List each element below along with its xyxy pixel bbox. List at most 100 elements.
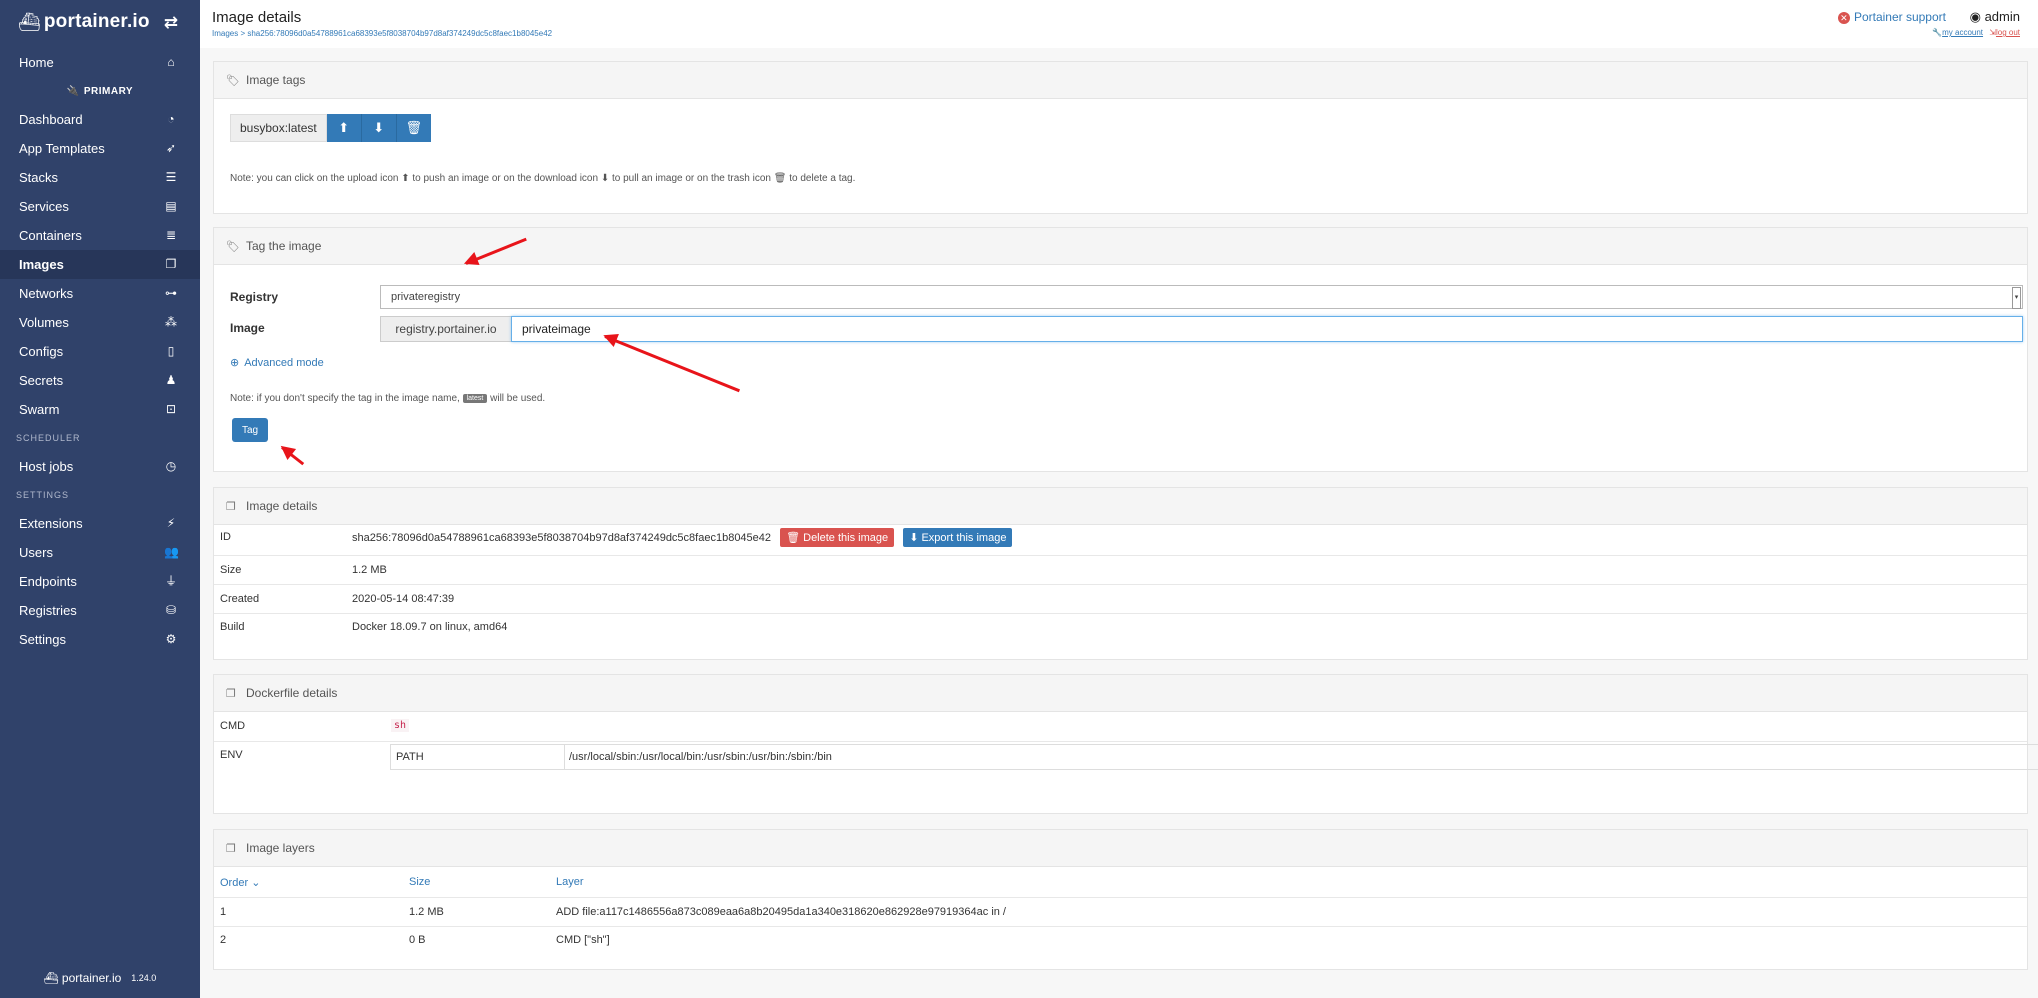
sort-by-order[interactable]: Order ⌄ [220,876,260,889]
advanced-mode-label: Advanced mode [244,357,324,369]
detail-row-created: Created 2020-05-14 08:47:39 [214,584,2027,613]
panel-heading: ❐ Dockerfile details [214,675,2027,712]
tag-image-panel: 🏷 Tag the image Registry privateregistry … [213,227,2028,472]
panel-title: Image layers [246,841,315,855]
sidebar-footer: ⛴ portainer.io 1.24.0 [0,958,200,998]
download-icon: ⬇ [373,120,385,135]
cubes-icon: ⁂ [165,315,177,329]
image-id: sha256:78096d0a54788961ca68393e5f8038704… [352,532,772,544]
sidebar-item-home[interactable]: Home ⌂ [0,48,200,77]
sidebar-item-services[interactable]: Services ▤ [0,192,200,221]
tag-button[interactable]: Tag [232,418,268,442]
sidebar-item-label: Configs [19,344,64,359]
detail-key: ID [220,531,231,543]
sidebar-item-networks[interactable]: Networks ⊶ [0,279,200,308]
layer-size: 0 B [409,934,426,946]
sort-by-size[interactable]: Size [409,876,430,888]
clone-icon: ❐ [226,687,236,700]
image-layers-panel: ❐ Image layers Order ⌄ Size Layer 1 1.2 M… [213,829,2028,970]
layer-command: ADD file:a117c1486556a873c089eaa6a8b2049… [556,906,1006,918]
brand[interactable]: ⛴ portainer.io ⇄ [0,0,200,44]
sidebar-item-secrets[interactable]: Secrets ♟ [0,366,200,395]
detail-key: Size [220,564,242,576]
portainer-support-link[interactable]: ✕ Portainer support [1837,10,1946,24]
portainer-logo-icon: ⛴ [43,971,59,985]
detail-key: Build [220,621,245,633]
tachometer-icon: ◔ [167,112,175,126]
detail-row-size: Size 1.2 MB [214,555,2027,584]
support-icon: ✕ [1837,12,1850,24]
delete-image-button[interactable]: 🗑 Delete this image [780,528,895,547]
image-name-value: privateimage [522,322,591,336]
sidebar-item-registries[interactable]: Registries ⛁ [0,596,200,625]
detail-key: CMD [220,720,246,732]
server-icon: ≣ [165,228,177,242]
sidebar-item-label: Users [19,545,53,560]
detail-value: 2020-05-14 08:47:39 [352,593,455,605]
image-name-input[interactable]: privateimage [511,316,2023,342]
clone-icon: ❐ [165,257,177,271]
sidebar-item-dashboard[interactable]: Dashboard ◔ [0,105,200,134]
registry-select[interactable]: privateregistry ▾ [380,285,2023,309]
delete-tag-button[interactable]: 🗑 [396,114,431,142]
bolt-icon: ⚡ [166,516,176,530]
upload-icon: ⬆ [338,120,350,135]
column-header: Order [220,877,249,889]
sidebar-item-label: Secrets [19,373,64,388]
sign-out-icon: ⇲ [1989,28,1996,37]
sidebar-item-configs[interactable]: Configs ▯ [0,337,200,366]
layer-order: 1 [220,906,227,918]
clone-icon: ❐ [226,842,236,855]
globe-icon: ⊕ [230,357,240,369]
sidebar-item-images[interactable]: Images ❐ [0,250,200,279]
sidebar-toggle-icon[interactable]: ⇄ [164,13,178,33]
chevron-down-icon: ⌄ [251,877,261,889]
layers-header-row: Order ⌄ Size Layer [214,867,2027,896]
sidebar-item-extensions[interactable]: Extensions ⚡ [0,509,200,538]
object-group-icon: ⊡ [165,402,177,416]
dockerfile-details-panel: ❐ Dockerfile details CMD sh ENV PATH /usr… [213,674,2038,814]
sidebar-item-endpoints[interactable]: Endpoints ⏚ [0,567,200,596]
breadcrumb[interactable]: Images > sha256:78096d0a54788961ca68393e… [212,29,552,38]
sidebar-item-stacks[interactable]: Stacks ☰ [0,163,200,192]
sidebar-item-containers[interactable]: Containers ≣ [0,221,200,250]
sidebar-item-app-templates[interactable]: App Templates ➶ [0,134,200,163]
sidebar-item-label: Containers [19,228,82,243]
registry-label: Registry [230,290,279,304]
plug-icon: ⏚ [164,574,177,588]
chevron-down-icon: ▾ [2012,287,2021,309]
pull-tag-button[interactable]: ⬇ [361,114,397,142]
sidebar-item-users[interactable]: Users 👥 [0,538,200,567]
wrench-icon: 🔧 [1932,28,1943,37]
brand-name: portainer.io [43,11,150,32]
sidebar-item-label: Stacks [19,170,59,185]
advanced-mode-link[interactable]: ⊕ Advanced mode [230,356,324,369]
sidebar-item-label: Services [19,199,69,214]
my-account-link[interactable]: my account [1942,28,1983,37]
export-image-button[interactable]: ⬇ Export this image [903,528,1013,547]
push-tag-button[interactable]: ⬆ [326,114,362,142]
detail-key: Created [220,593,260,605]
cmd-value: sh [391,719,410,732]
detail-key: ENV [220,749,243,761]
sidebar-item-swarm[interactable]: Swarm ⊡ [0,395,200,424]
sort-by-layer[interactable]: Layer [556,876,584,888]
sidebar-item-label: Images [19,257,64,272]
detail-value: 1.2 MB [352,564,387,576]
image-tag-name: busybox:latest [230,114,327,142]
sitemap-icon: ⊶ [165,286,177,300]
sidebar-item-volumes[interactable]: Volumes ⁂ [0,308,200,337]
download-icon: ⬇ [909,532,919,544]
users-icon: 👥 [164,545,179,559]
log-out-link[interactable]: ⇲log out [1989,28,2020,37]
panel-heading: ❐ Image layers [214,830,2027,867]
sidebar-item-host-jobs[interactable]: Host jobs ◷ [0,452,200,481]
registry-url-addon: registry.portainer.io [380,316,512,342]
image-label: Image [230,321,265,335]
env-table: PATH /usr/local/sbin:/usr/local/bin:/usr… [390,744,2038,770]
layer-size: 1.2 MB [409,906,444,918]
env-value: /usr/local/sbin:/usr/local/bin:/usr/sbin… [569,751,832,763]
panel-title: Image tags [246,73,306,87]
detail-value: sha256:78096d0a54788961ca68393e5f8038704… [352,528,1013,547]
sidebar-item-settings[interactable]: Settings ⚙ [0,625,200,654]
